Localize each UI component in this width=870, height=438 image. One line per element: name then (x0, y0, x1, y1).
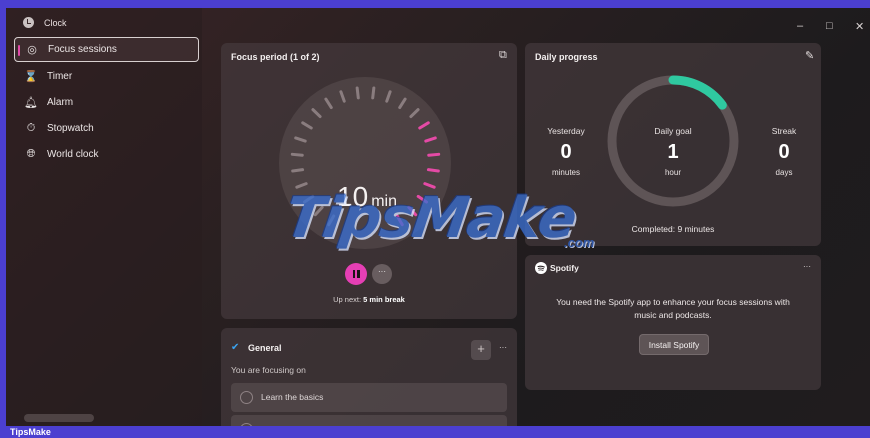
sidebar-item-label: Alarm (47, 97, 74, 108)
yesterday-label: Yesterday (547, 126, 585, 136)
task-item[interactable] (231, 415, 507, 426)
up-next-text: Up next: 5 min break (221, 295, 517, 304)
spotify-brand: Spotify (550, 263, 579, 273)
task-label: Learn the basics (261, 392, 324, 402)
focus-icon: ◎ (27, 44, 37, 56)
sidebar-item-focus-sessions[interactable]: ◎ Focus sessions (14, 37, 199, 62)
clock-app-icon (23, 17, 34, 28)
general-more-button[interactable]: ··· (499, 343, 507, 352)
add-task-button[interactable]: + (471, 340, 491, 360)
yesterday-value: 0 (560, 141, 572, 163)
bell-icon: 🔔︎ (24, 97, 38, 109)
compact-view-icon[interactable]: ⧉ (499, 49, 507, 62)
general-title: General (248, 343, 282, 353)
general-tasks-card: ✔ General + ··· You are focusing on Lear… (221, 328, 517, 426)
maximize-button[interactable]: □ (826, 20, 833, 32)
daily-progress-title: Daily progress (535, 52, 598, 62)
task-checkbox[interactable] (240, 391, 253, 404)
footer-label: TipsMake (10, 427, 51, 437)
pause-button[interactable] (345, 263, 367, 285)
sidebar-item-label: World clock (47, 149, 99, 160)
minimize-button[interactable]: – (797, 20, 803, 32)
up-next-value: 5 min break (363, 295, 405, 304)
spotify-message: You need the Spotify app to enhance your… (556, 297, 790, 320)
daily-goal-unit: hour (664, 168, 681, 177)
watermark-logo: TipsMake (281, 186, 581, 251)
edit-pencil-icon[interactable]: ✎ (805, 49, 814, 62)
sidebar: Clock ◎ Focus sessions ⌛ Timer 🔔︎ Alarm … (6, 8, 202, 426)
footer-bar: TipsMake (0, 426, 870, 438)
streak-label: Streak (771, 126, 797, 136)
sidebar-item-label: Focus sessions (48, 44, 117, 55)
focus-more-button[interactable]: ··· (372, 264, 392, 284)
spotify-more-button[interactable]: ··· (803, 262, 811, 271)
sidebar-item-world-clock[interactable]: 🌐︎ World clock (14, 142, 199, 167)
clock-app-window: Clock ◎ Focus sessions ⌛ Timer 🔔︎ Alarm … (6, 8, 870, 426)
install-spotify-button[interactable]: Install Spotify (639, 334, 709, 355)
streak-unit: days (775, 168, 793, 177)
active-indicator (18, 45, 20, 56)
focus-period-card: Focus period (1 of 2) ⧉ 10 min ··· Up nex… (221, 43, 517, 319)
todo-check-icon: ✔ (231, 342, 240, 353)
close-button[interactable]: ✕ (855, 20, 864, 33)
focus-period-title: Focus period (1 of 2) (231, 52, 320, 62)
daily-goal-label: Daily goal (654, 126, 692, 136)
account-button[interactable] (24, 414, 94, 422)
daily-goal-value: 1 (667, 141, 679, 163)
focusing-on-label: You are focusing on (231, 365, 306, 375)
yesterday-stat: Yesterday 0 minutes (531, 126, 601, 177)
sidebar-item-alarm[interactable]: 🔔︎ Alarm (14, 90, 199, 115)
watermark-suffix: .com (564, 235, 595, 250)
up-next-label: Up next: (333, 295, 362, 304)
stopwatch-icon: ⏱︎ (26, 122, 36, 134)
hourglass-icon: ⌛ (24, 71, 38, 83)
yesterday-unit: minutes (551, 168, 580, 177)
spotify-card: Spotify ··· You need the Spotify app to … (525, 255, 821, 390)
sidebar-item-label: Stopwatch (47, 123, 94, 134)
globe-icon: 🌐︎ (26, 148, 36, 160)
sidebar-item-stopwatch[interactable]: ⏱︎ Stopwatch (14, 116, 199, 141)
sidebar-item-label: Timer (47, 71, 73, 82)
sidebar-item-timer[interactable]: ⌛ Timer (14, 64, 199, 89)
streak-value: 0 (778, 141, 790, 163)
pause-icon (352, 270, 355, 278)
task-item[interactable]: Learn the basics (231, 383, 507, 412)
spotify-logo-icon (535, 262, 547, 274)
daily-goal-stat[interactable]: Daily goal 1 hour (638, 126, 708, 177)
pause-icon (357, 270, 360, 278)
streak-stat: Streak 0 days (749, 126, 819, 177)
app-title: Clock (44, 18, 67, 28)
